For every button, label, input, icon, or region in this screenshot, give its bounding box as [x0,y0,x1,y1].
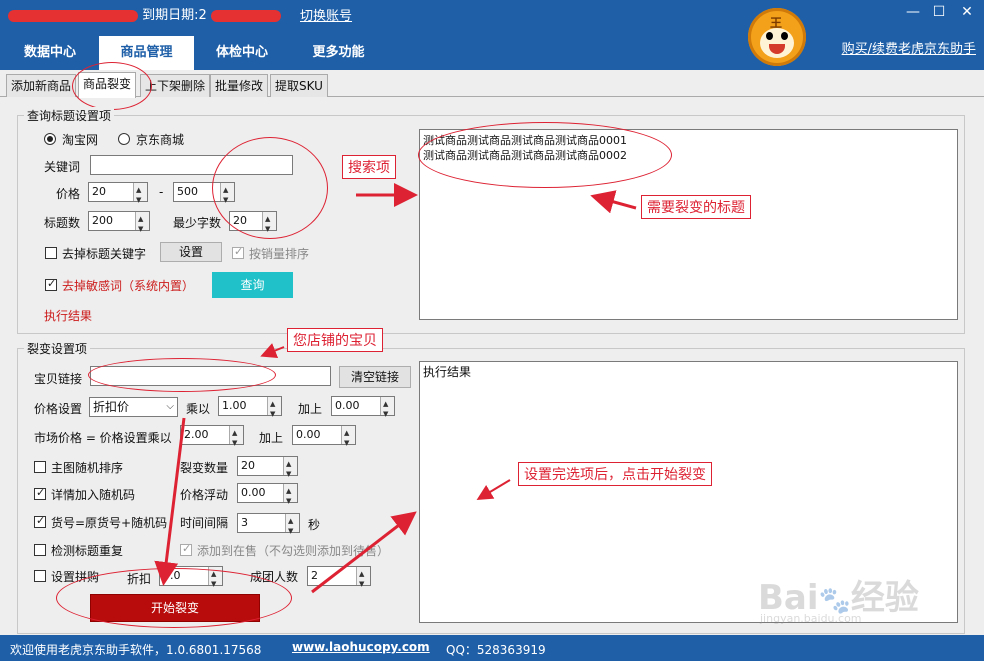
website-link[interactable]: www.laohucopy.com [292,640,430,654]
watermark-url: jingyan.baidu.com [760,612,862,625]
annotation-arrows [154,183,637,594]
welcome-text: 欢迎使用老虎京东助手软件，1.0.6801.17568 [10,643,262,657]
qq-text: QQ：528363919 [446,643,546,657]
